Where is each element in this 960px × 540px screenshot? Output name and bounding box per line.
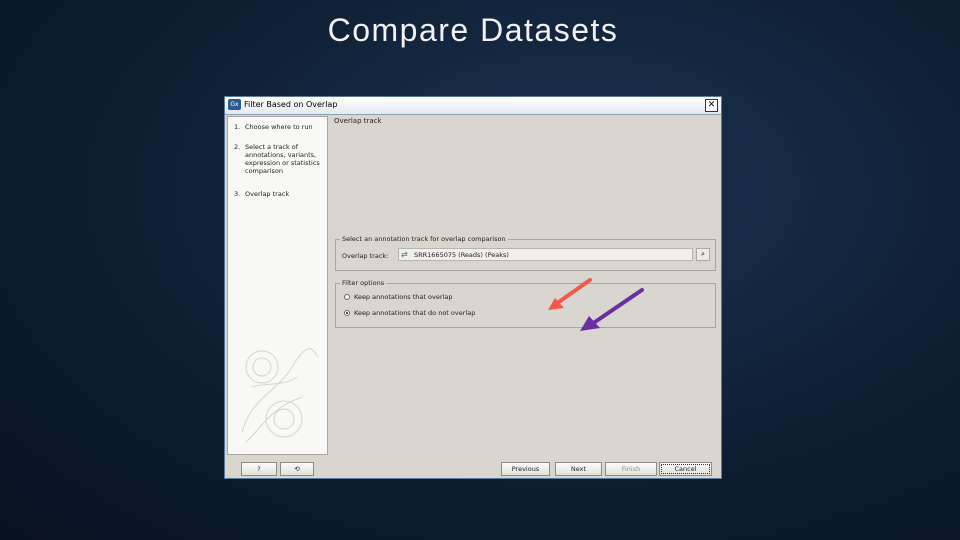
wizard-steps-panel: 1. Choose where to run 2. Select a track… [227, 116, 328, 455]
step-label: Select a track of annotations, variants,… [245, 143, 320, 175]
radio-button[interactable] [344, 294, 350, 300]
panel-title: Overlap track [334, 117, 382, 125]
track-group-legend: Select an annotation track for overlap c… [340, 235, 508, 243]
track-selection-group: Select an annotation track for overlap c… [335, 235, 716, 271]
restore-defaults-button[interactable]: ⟲ [280, 462, 314, 476]
radio-keep-no-overlap[interactable]: Keep annotations that do not overlap [344, 309, 475, 317]
filter-options-group: Filter options Keep annotations that ove… [335, 279, 716, 328]
dialog-title: Filter Based on Overlap [244, 100, 338, 109]
slide-title: Compare Datasets [327, 12, 619, 48]
step-number: 2. [234, 143, 241, 151]
previous-button[interactable]: Previous [501, 462, 550, 476]
logo-watermark-icon [241, 348, 319, 443]
next-button[interactable]: Next [555, 462, 602, 476]
filter-group-legend: Filter options [340, 279, 387, 287]
annotation-track-icon: ⇄ [401, 250, 408, 259]
wizard-step-1[interactable]: 1. Choose where to run [234, 123, 324, 131]
overlap-track-label: Overlap track: [342, 252, 389, 260]
browse-track-button[interactable]: ⌕ [696, 248, 710, 261]
filter-dialog: Gx Filter Based on Overlap ✕ 1. Choose w… [224, 96, 722, 479]
purple-arrow-annotation [580, 288, 644, 331]
wizard-step-2[interactable]: 2. Select a track of annotations, varian… [234, 143, 324, 175]
dialog-titlebar[interactable]: Gx Filter Based on Overlap ✕ [225, 97, 721, 115]
overlap-track-value: SRR1665075 (Reads) (Peaks) [414, 251, 509, 259]
help-button[interactable]: ? [241, 462, 277, 476]
wizard-step-3[interactable]: 3. Overlap track [234, 190, 324, 198]
browse-icon: ⌕ [701, 250, 705, 258]
radio-label: Keep annotations that overlap [354, 293, 453, 301]
finish-button[interactable]: Finish [605, 462, 657, 476]
radio-keep-overlap[interactable]: Keep annotations that overlap [344, 293, 452, 301]
cancel-button[interactable]: Cancel [659, 462, 712, 476]
restore-icon: ⟲ [294, 465, 300, 473]
radio-label: Keep annotations that do not overlap [354, 309, 476, 317]
app-icon: Gx [228, 99, 241, 110]
radio-button-selected[interactable] [344, 310, 350, 316]
overlap-track-field[interactable]: ⇄ SRR1665075 (Reads) (Peaks) [398, 248, 693, 261]
wizard-content-panel: Overlap track Select an annotation track… [330, 116, 720, 455]
step-number: 3. [234, 190, 241, 198]
step-label: Overlap track [245, 190, 290, 198]
step-label: Choose where to run [245, 123, 313, 131]
close-icon[interactable]: ✕ [705, 99, 718, 112]
step-number: 1. [234, 123, 241, 131]
